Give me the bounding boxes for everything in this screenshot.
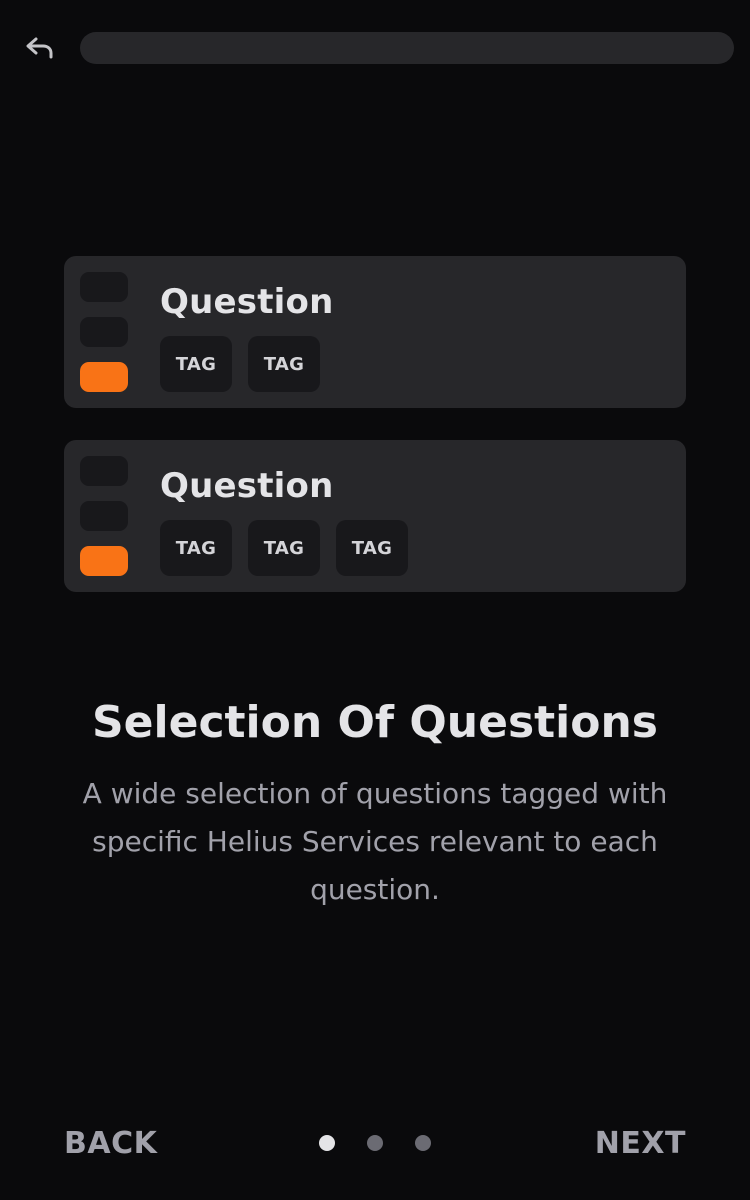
question-title: Question <box>160 282 334 322</box>
question-card: Question TAG TAG <box>64 256 686 408</box>
vote-indicator <box>80 272 128 302</box>
tag-chip: TAG <box>248 336 320 392</box>
tag-list: TAG TAG <box>160 336 320 392</box>
next-nav-button[interactable]: NEXT <box>595 1124 686 1164</box>
progress-bar <box>80 32 734 64</box>
page-indicator <box>319 1135 431 1151</box>
page-dot-1[interactable] <box>319 1135 335 1151</box>
question-title: Question <box>160 466 334 506</box>
vote-indicator-active <box>80 362 128 392</box>
tag-chip: TAG <box>160 520 232 576</box>
vote-indicators <box>80 272 128 392</box>
page-dot-2[interactable] <box>367 1135 383 1151</box>
undo-arrow-icon <box>26 37 53 59</box>
vote-indicator <box>80 456 128 486</box>
page-title: Selection Of Questions <box>91 697 658 748</box>
vote-indicator <box>80 317 128 347</box>
tag-chip: TAG <box>160 336 232 392</box>
page-dot-3[interactable] <box>415 1135 431 1151</box>
vote-indicator-active <box>80 546 128 576</box>
vote-indicator <box>80 501 128 531</box>
back-nav-button[interactable]: BACK <box>64 1124 157 1164</box>
question-card: Question TAG TAG TAG <box>64 440 686 592</box>
tag-chip: TAG <box>336 520 408 576</box>
page-description: A wide selection of questions tagged wit… <box>82 777 668 906</box>
tag-list: TAG TAG TAG <box>160 520 408 576</box>
vote-indicators <box>80 456 128 576</box>
tag-chip: TAG <box>248 520 320 576</box>
back-button[interactable] <box>24 32 56 64</box>
